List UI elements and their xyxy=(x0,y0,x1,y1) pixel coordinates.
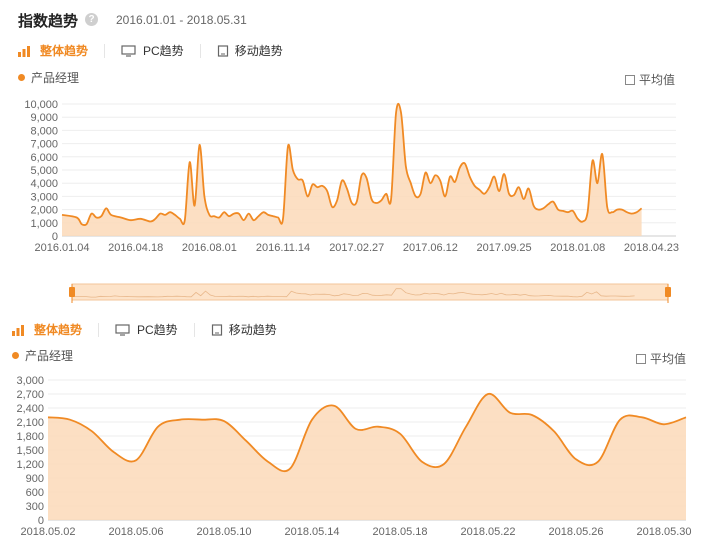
y-tick-label: 3,000 xyxy=(16,375,44,387)
x-tick-label: 2016.04.18 xyxy=(108,242,163,254)
average-toggle-top[interactable]: 平均值 xyxy=(625,71,675,88)
y-tick-label: 900 xyxy=(26,473,44,485)
x-tick-label: 2017.02.27 xyxy=(329,242,384,254)
y-tick-label: 300 xyxy=(26,501,44,513)
checkbox-icon xyxy=(636,353,646,364)
bar-chart-icon xyxy=(12,324,24,336)
y-tick-label: 2,700 xyxy=(16,389,44,401)
y-tick-label: 4,000 xyxy=(30,178,58,190)
x-tick-label: 2018.05.18 xyxy=(372,526,427,537)
checkbox-icon xyxy=(625,74,635,85)
mobile-icon xyxy=(217,44,228,57)
x-tick-label: 2018.05.26 xyxy=(548,526,603,537)
legend-dot xyxy=(18,74,25,81)
date-range: 2016.01.01 - 2018.05.31 xyxy=(116,13,247,27)
tab-label: 移动趋势 xyxy=(234,44,283,58)
tab-pc-trend[interactable]: PC趋势 xyxy=(115,321,178,338)
monitor-icon xyxy=(115,323,130,336)
mobile-icon xyxy=(211,323,222,336)
tab-mobile-trend[interactable]: 移动趋势 xyxy=(217,42,283,59)
tab-mobile-trend[interactable]: 移动趋势 xyxy=(211,321,277,338)
trend-tabs-top: 整体趋势 PC趋势 移动趋势 xyxy=(18,42,283,59)
x-tick-label: 2016.08.01 xyxy=(182,242,237,254)
y-tick-label: 5,000 xyxy=(30,165,58,177)
tab-label: 移动趋势 xyxy=(228,323,277,337)
x-tick-label: 2017.09.25 xyxy=(477,242,532,254)
monitor-icon xyxy=(121,44,136,57)
tab-label: 整体趋势 xyxy=(40,44,89,58)
y-tick-label: 8,000 xyxy=(30,125,58,137)
bar-chart-icon xyxy=(18,45,30,57)
series-area xyxy=(48,393,686,520)
trend-chart-overall: 01,0002,0003,0004,0005,0006,0007,0008,00… xyxy=(24,99,679,254)
navigator-window xyxy=(71,283,669,301)
tab-pc-trend[interactable]: PC趋势 xyxy=(121,42,184,59)
tab-overall-trend[interactable]: 整体趋势 xyxy=(12,321,82,338)
tab-divider xyxy=(193,322,195,337)
y-tick-label: 600 xyxy=(26,487,44,499)
tab-label: PC趋势 xyxy=(143,44,184,58)
y-tick-label: 2,000 xyxy=(30,205,58,217)
x-tick-label: 2018.05.06 xyxy=(108,526,163,537)
help-icon[interactable]: ? xyxy=(85,13,98,26)
x-tick-label: 2016.11.14 xyxy=(256,242,310,254)
legend-label: 产品经理 xyxy=(31,71,80,85)
x-tick-label: 2018.01.08 xyxy=(550,242,605,254)
y-tick-label: 3,000 xyxy=(30,191,58,203)
y-tick-label: 1,000 xyxy=(30,218,58,230)
page-title: 指数趋势 xyxy=(18,13,79,30)
average-toggle-bottom[interactable]: 平均值 xyxy=(636,350,686,367)
trend-tabs-bottom: 整体趋势 PC趋势 移动趋势 xyxy=(12,321,277,338)
tab-overall-trend[interactable]: 整体趋势 xyxy=(18,42,88,59)
x-tick-label: 2018.05.10 xyxy=(196,526,251,537)
x-tick-label: 2018.04.23 xyxy=(624,242,679,254)
tab-divider xyxy=(199,43,201,58)
x-tick-label: 2016.01.04 xyxy=(34,242,89,254)
tab-divider xyxy=(98,322,100,337)
x-tick-label: 2018.05.02 xyxy=(20,526,75,537)
tab-label: PC趋势 xyxy=(137,323,178,337)
x-tick-label: 2018.05.14 xyxy=(284,526,339,537)
x-tick-label: 2018.05.22 xyxy=(460,526,515,537)
average-label: 平均值 xyxy=(650,352,687,366)
average-label: 平均值 xyxy=(639,73,676,87)
tab-divider xyxy=(104,43,106,58)
x-tick-label: 2017.06.12 xyxy=(403,242,458,254)
y-tick-label: 2,100 xyxy=(16,417,44,429)
x-tick-label: 2018.05.30 xyxy=(636,526,691,537)
y-tick-label: 7,000 xyxy=(30,139,58,151)
y-tick-label: 1,800 xyxy=(16,431,44,443)
legend-label: 产品经理 xyxy=(25,349,74,363)
chart-legend-bottom[interactable]: 产品经理 xyxy=(12,347,73,364)
legend-dot xyxy=(12,352,19,359)
chart-legend-top[interactable]: 产品经理 xyxy=(18,69,79,86)
y-tick-label: 1,500 xyxy=(16,445,44,457)
y-tick-label: 10,000 xyxy=(24,99,58,111)
y-tick-label: 6,000 xyxy=(30,152,58,164)
y-tick-label: 1,200 xyxy=(16,459,44,471)
tab-label: 整体趋势 xyxy=(34,323,83,337)
y-tick-label: 2,400 xyxy=(16,403,44,415)
y-tick-label: 9,000 xyxy=(30,112,58,124)
range-navigator[interactable] xyxy=(0,280,720,304)
trend-chart-recent: 03006009001,2001,5001,8002,1002,4002,700… xyxy=(16,375,691,537)
